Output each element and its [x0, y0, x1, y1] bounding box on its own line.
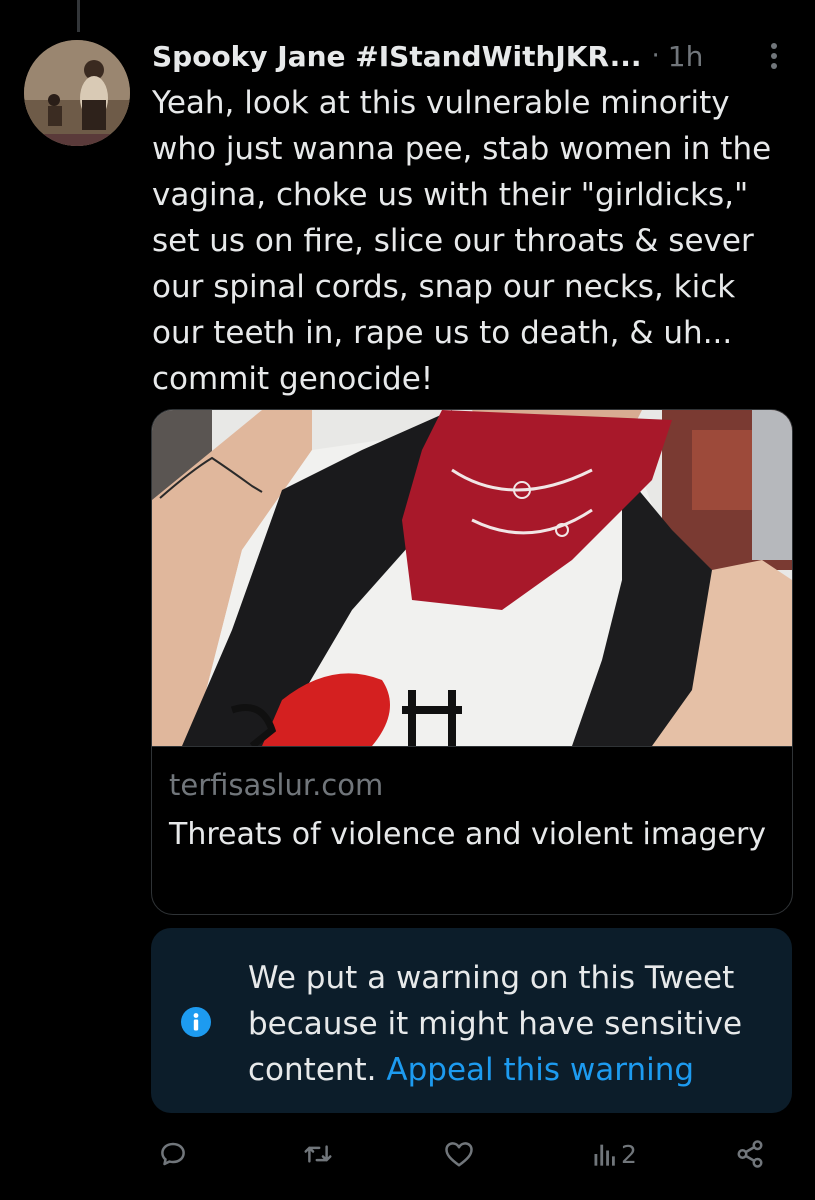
- views-button[interactable]: 2: [593, 1134, 637, 1174]
- more-options-button[interactable]: [756, 38, 792, 74]
- tweet-header: Spooky Jane #IStandWithJKR... · 1h: [152, 36, 792, 76]
- share-icon: [737, 1140, 763, 1168]
- heart-icon: [445, 1142, 473, 1167]
- retweet-icon: [304, 1145, 332, 1163]
- sensitive-content-warning: We put a warning on this Tweet because i…: [151, 928, 792, 1113]
- more-vertical-icon: [771, 43, 777, 69]
- author-name[interactable]: Spooky Jane #IStandWithJKR...: [152, 40, 642, 73]
- tweet-body: Yeah, look at this vulnerable minority w…: [152, 85, 772, 397]
- card-photo: [152, 410, 792, 746]
- tweet-timestamp[interactable]: 1h: [668, 40, 704, 73]
- card-image[interactable]: [152, 410, 792, 747]
- thread-connector-line: [77, 0, 80, 32]
- avatar[interactable]: [24, 40, 130, 146]
- appeal-warning-link[interactable]: Appeal this warning: [386, 1052, 694, 1088]
- share-button[interactable]: [735, 1134, 765, 1174]
- retweet-button[interactable]: [302, 1134, 334, 1174]
- reply-icon: [161, 1142, 185, 1166]
- card-domain: terfisaslur.com: [169, 768, 384, 802]
- avatar-image: [24, 40, 130, 146]
- card-title: Threats of violence and violent imagery: [169, 817, 767, 852]
- warning-text: We put a warning on this Tweet because i…: [248, 955, 768, 1093]
- link-card[interactable]: terfisaslur.com Threats of violence and …: [151, 409, 793, 915]
- views-count: 2: [621, 1139, 637, 1169]
- views-icon: [594, 1144, 615, 1166]
- like-button[interactable]: [444, 1134, 474, 1174]
- reply-button[interactable]: [158, 1134, 188, 1174]
- tweet-actions: 2: [150, 1134, 790, 1174]
- header-separator: ·: [651, 41, 660, 71]
- info-icon: [181, 1007, 211, 1037]
